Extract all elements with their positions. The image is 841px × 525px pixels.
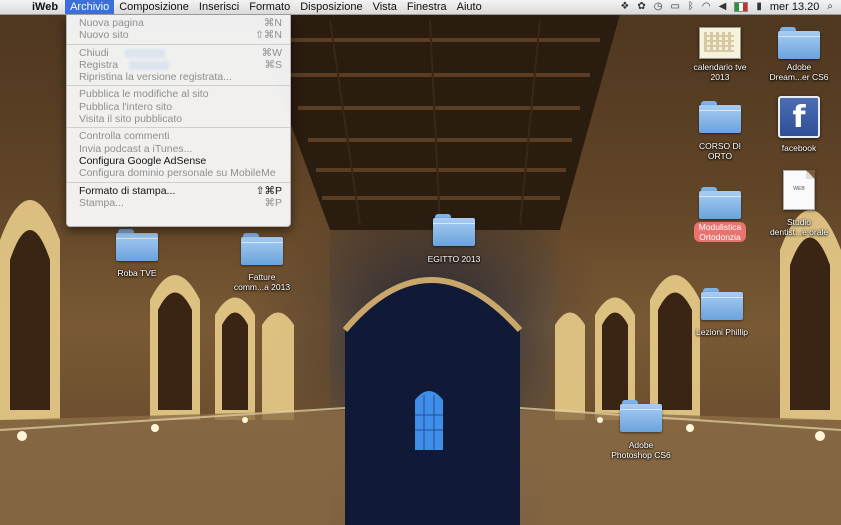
desktop-icon-modulistica-ortodonzia[interactable]: Modulistica Ortodonzia (675, 187, 765, 245)
folder-icon (701, 288, 743, 320)
menu-item-stampa[interactable]: Stampa... ⌘P (67, 197, 290, 209)
web-document-icon: WEB (783, 170, 815, 210)
menu-separator (67, 181, 290, 183)
blurred-redaction (129, 60, 169, 70)
battery-icon[interactable]: ▮ (756, 0, 762, 14)
folder-icon (699, 101, 741, 133)
menu-finestra[interactable]: Finestra (402, 0, 452, 14)
menu-item-invia-podcast[interactable]: Invia podcast a iTunes... (67, 143, 290, 155)
menu-item-configura-adsense[interactable]: Configura Google AdSense (67, 155, 290, 167)
image-thumbnail-icon (699, 27, 741, 59)
menu-bar: iWeb Archivio Composizione Inserisci For… (0, 0, 841, 15)
archivio-dropdown-menu: Nuova pagina ⌘N Nuovo sito ⇧⌘N Chiudi ⌘W Re… (66, 14, 291, 227)
shortcut-label: ⌘S (264, 58, 282, 71)
menu-item-visita-sito[interactable]: Visita il sito pubblicato (67, 113, 290, 125)
wifi-icon[interactable]: ◠ (702, 0, 711, 14)
facebook-icon: f (778, 96, 820, 138)
menu-inserisci[interactable]: Inserisci (194, 0, 244, 14)
folder-icon (116, 229, 158, 261)
dropbox-icon[interactable]: ❖ (620, 0, 629, 14)
menu-item-pubblica-modifiche[interactable]: Pubblica le modifiche al sito (67, 88, 290, 100)
menu-separator (67, 85, 290, 87)
paw-icon[interactable]: ✿ (637, 0, 645, 14)
desktop-icon-corso-di-orto[interactable]: CORSO DI ORTO (675, 101, 765, 161)
desktop-icon-roba-tve[interactable]: Roba TVE (92, 229, 182, 278)
desktop-icon-adobe-photoshop[interactable]: Adobe Photoshop CS6 (596, 400, 686, 460)
shortcut-label: ⇧⌘P (255, 184, 282, 197)
shortcut-label: ⌘W (261, 46, 282, 59)
desktop-icon-adobe-dreamweaver[interactable]: Adobe Dream...er CS6 (754, 27, 841, 82)
desktop-icon-lezioni-phillip[interactable]: Lezioni Phillip (677, 288, 767, 337)
menu-item-pubblica-intero-sito[interactable]: Pubblica l'intero sito (67, 101, 290, 113)
menu-item-registra[interactable]: Registra ⌘S (67, 59, 290, 71)
shortcut-label: ⇧⌘N (255, 29, 282, 42)
menu-aiuto[interactable]: Aiuto (452, 0, 487, 14)
app-menu-iweb[interactable]: iWeb (26, 0, 65, 14)
menu-separator (67, 127, 290, 129)
desktop-icon-calendario[interactable]: calendario tve 2013 (675, 27, 765, 82)
menu-composizione[interactable]: Composizione (114, 0, 194, 14)
folder-icon (620, 400, 662, 432)
input-source-flag-icon[interactable] (734, 2, 749, 12)
menu-item-configura-dominio[interactable]: Configura dominio personale su MobileMe (67, 167, 290, 179)
status-area: ❖ ✿ ◷ ▭ ᛒ ◠ ◀ ▮ mer 13.20 ⌕ (620, 0, 841, 14)
menu-item-controlla-commenti[interactable]: Controlla commenti (67, 130, 290, 142)
folder-icon (778, 27, 820, 59)
folder-icon (241, 233, 283, 265)
menu-disposizione[interactable]: Disposizione (295, 0, 367, 14)
folder-icon (699, 187, 741, 219)
menu-item-nuovo-sito[interactable]: Nuovo sito ⇧⌘N (67, 29, 290, 41)
volume-icon[interactable]: ◀ (719, 0, 727, 14)
menu-formato[interactable]: Formato (244, 0, 295, 14)
bluetooth-icon[interactable]: ᛒ (688, 0, 694, 14)
red-tag-label: Modulistica Ortodonzia (693, 222, 747, 242)
menu-item-formato-stampa[interactable]: Formato di stampa... ⇧⌘P (67, 185, 290, 197)
desktop-icon-fatture[interactable]: Fatture comm...a 2013 (217, 233, 307, 292)
shortcut-label: ⌘P (264, 196, 282, 209)
time-machine-icon[interactable]: ◷ (654, 0, 663, 14)
spotlight-search-icon[interactable]: ⌕ (827, 0, 833, 14)
desktop-icon-egitto-2013[interactable]: EGITTO 2013 (409, 214, 499, 264)
menu-item-chiudi[interactable]: Chiudi ⌘W (67, 47, 290, 59)
menu-vista[interactable]: Vista (368, 0, 402, 14)
menu-item-ripristina[interactable]: Ripristina la versione registrata... (67, 71, 290, 83)
desktop-icon-studio-dentistico[interactable]: WEB Studio dentist...e orale (754, 170, 841, 237)
shortcut-label: ⌘N (263, 17, 282, 29)
display-icon[interactable]: ▭ (670, 0, 679, 14)
menu-item-nuova-pagina[interactable]: Nuova pagina ⌘N (67, 17, 290, 29)
folder-icon (433, 214, 475, 246)
menu-clock[interactable]: mer 13.20 (770, 1, 820, 13)
blurred-redaction (125, 48, 165, 58)
menu-separator (67, 43, 290, 45)
desktop-icon-facebook[interactable]: f facebook (754, 96, 841, 153)
menu-archivio[interactable]: Archivio (65, 0, 115, 14)
